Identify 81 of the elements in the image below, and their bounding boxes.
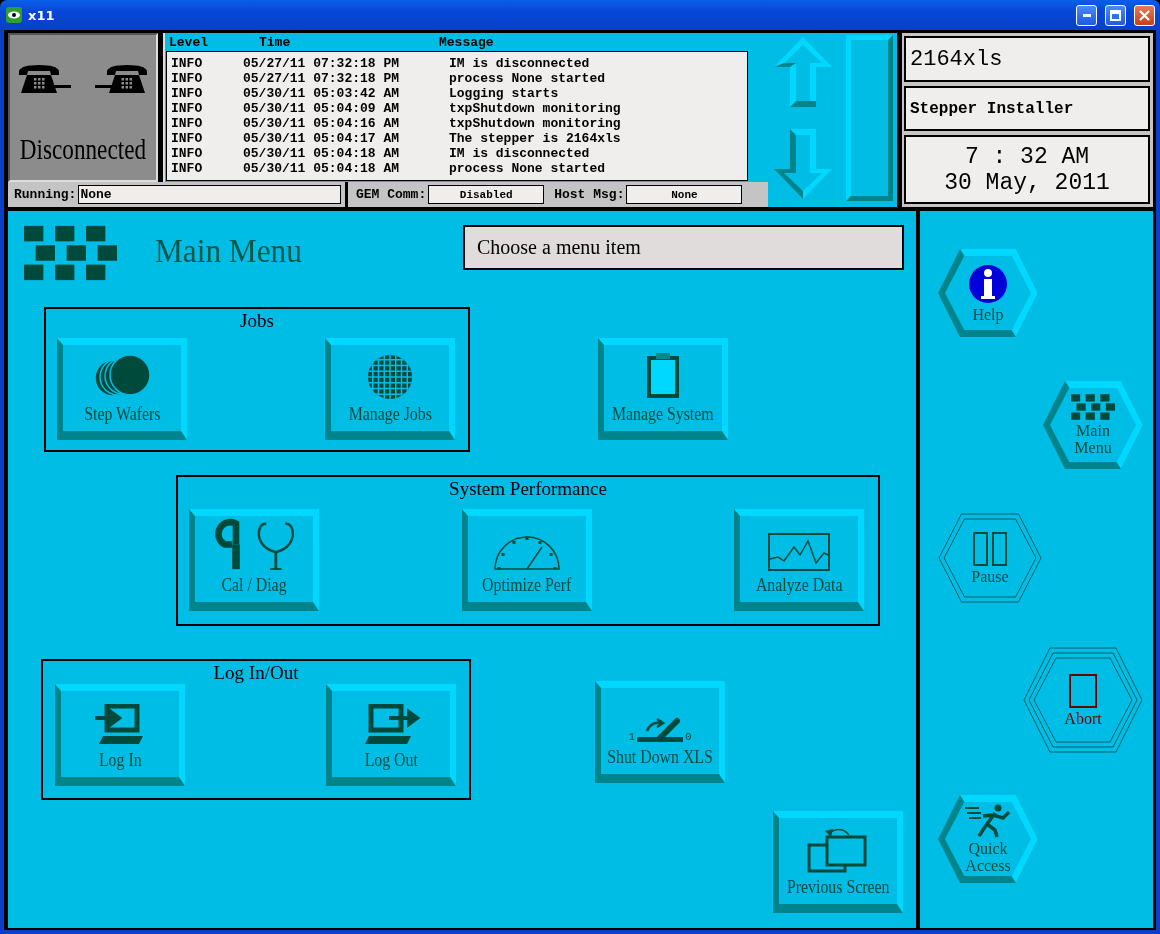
log-time-cell-text: 05/30/11 05:04:18 AM xyxy=(243,161,401,176)
log-level-cell-text: INFO xyxy=(171,161,204,176)
scroll-track[interactable] xyxy=(846,35,893,201)
log-time-cell-text: 05/30/11 05:04:18 AM xyxy=(243,146,401,161)
running-person-icon xyxy=(965,804,1011,838)
clock-box: 7 : 32 AM 30 May, 2011 xyxy=(904,135,1150,204)
menu-button[interactable]: Log In xyxy=(55,684,185,786)
log-message-cell-text: Logging starts xyxy=(449,86,560,101)
log-message-cell-text: process None started xyxy=(449,71,607,86)
window-title: x11 xyxy=(28,7,56,23)
switch-lever-icon xyxy=(637,715,683,743)
close-icon xyxy=(1139,9,1150,21)
pause-icon xyxy=(973,531,1007,566)
log-time-cell-text: 05/30/11 05:04:09 AM xyxy=(243,101,401,116)
log-message-cell-text: process None started xyxy=(449,161,607,176)
status-label: Running: xyxy=(14,187,77,202)
log-time-cell-text: 05/30/11 05:04:17 AM xyxy=(243,131,401,146)
stop-icon xyxy=(1069,673,1097,708)
log-time-cell-text: 05/27/11 07:32:18 PM xyxy=(243,71,401,86)
close-button[interactable] xyxy=(1134,4,1155,26)
menu-button[interactable]: Manage Jobs xyxy=(325,338,455,440)
user-role-box: Stepper Installer xyxy=(904,86,1150,131)
message-field: Choose a menu item xyxy=(463,225,904,270)
menu-button[interactable]: Manage System xyxy=(598,338,728,440)
clipboard-icon xyxy=(645,352,681,400)
log-message-cell-text: IM is disconnected xyxy=(449,56,591,71)
screen-title: Main Menu xyxy=(155,232,302,270)
maximize-button[interactable] xyxy=(1105,4,1126,26)
telephone-icon xyxy=(95,65,147,93)
log-message-cell-text: IM is disconnected xyxy=(449,146,591,161)
line-chart-icon xyxy=(768,533,830,571)
log-level-cell-text: INFO xyxy=(171,101,204,116)
log-level-cell-text: INFO xyxy=(171,71,204,86)
log-message-cell-text: txpShutdown monitoring xyxy=(449,101,622,116)
switch-position-label: 0 xyxy=(685,731,692,743)
machine-name-box: 2164xls xyxy=(904,36,1150,82)
menu-button[interactable]: Cal / Diag xyxy=(189,509,319,611)
maximize-icon xyxy=(1110,9,1121,21)
log-time-cell-text: 05/27/11 07:32:18 PM xyxy=(243,56,401,71)
log-level-cell-text: INFO xyxy=(171,86,204,101)
menu-button[interactable]: Previous Screen xyxy=(773,811,903,913)
minimize-icon xyxy=(1082,13,1091,17)
minimize-button[interactable] xyxy=(1076,4,1097,26)
gauge-icon xyxy=(493,535,560,571)
log-time-cell-text: 05/30/11 05:03:42 AM xyxy=(243,86,401,101)
status-label: GEM Comm: xyxy=(356,187,427,202)
log-time-cell-text: 05/30/11 05:04:16 AM xyxy=(243,116,401,131)
menu-button[interactable]: Log Out xyxy=(326,684,456,786)
status-value-field: Disabled xyxy=(428,185,545,204)
log-message-cell-text: txpShutdown monitoring xyxy=(449,116,622,131)
log-level-cell-text: INFO xyxy=(171,131,204,146)
grid-squares-icon xyxy=(24,225,117,281)
log-level-cell-text: INFO xyxy=(171,116,204,131)
wafer-grid-icon xyxy=(367,354,413,400)
group-title: System Performance xyxy=(449,478,607,500)
menu-button[interactable]: 1 0 Shut Down XLS xyxy=(595,681,725,783)
info-icon xyxy=(968,263,1008,304)
log-level-cell-text: INFO xyxy=(171,56,204,71)
log-message-cell-text: The stepper is 2164xls xyxy=(449,131,622,146)
hexagon-button[interactable]: Help xyxy=(938,249,1038,337)
status-value-field: None xyxy=(78,185,341,204)
hexagon-button[interactable]: Main Menu xyxy=(1043,381,1143,469)
status-value-field: None xyxy=(626,185,743,204)
column-header: Message xyxy=(439,35,495,51)
menu-button[interactable]: Analyze Data xyxy=(734,509,864,611)
telephone-icon xyxy=(19,65,71,93)
app-eye-icon xyxy=(6,7,22,23)
switch-position-label: 1 xyxy=(628,731,635,743)
menu-button[interactable]: Optimize Perf xyxy=(461,509,592,611)
column-header: Time xyxy=(259,35,292,51)
hexagon-button[interactable]: Pause xyxy=(938,513,1042,603)
hexagon-button[interactable]: Abort xyxy=(1023,647,1143,753)
grid-squares-icon xyxy=(1071,394,1115,420)
log-level-cell-text: INFO xyxy=(171,146,204,161)
group-title: Jobs xyxy=(240,310,274,332)
menu-button[interactable]: Step Wafers xyxy=(57,338,187,440)
group-title: Log In/Out xyxy=(213,662,299,684)
status-label: Host Msg: xyxy=(554,187,625,202)
column-header: Level xyxy=(169,35,209,51)
hexagon-button[interactable]: Quick Access xyxy=(938,795,1038,883)
connection-status: Disconnected xyxy=(19,133,147,166)
